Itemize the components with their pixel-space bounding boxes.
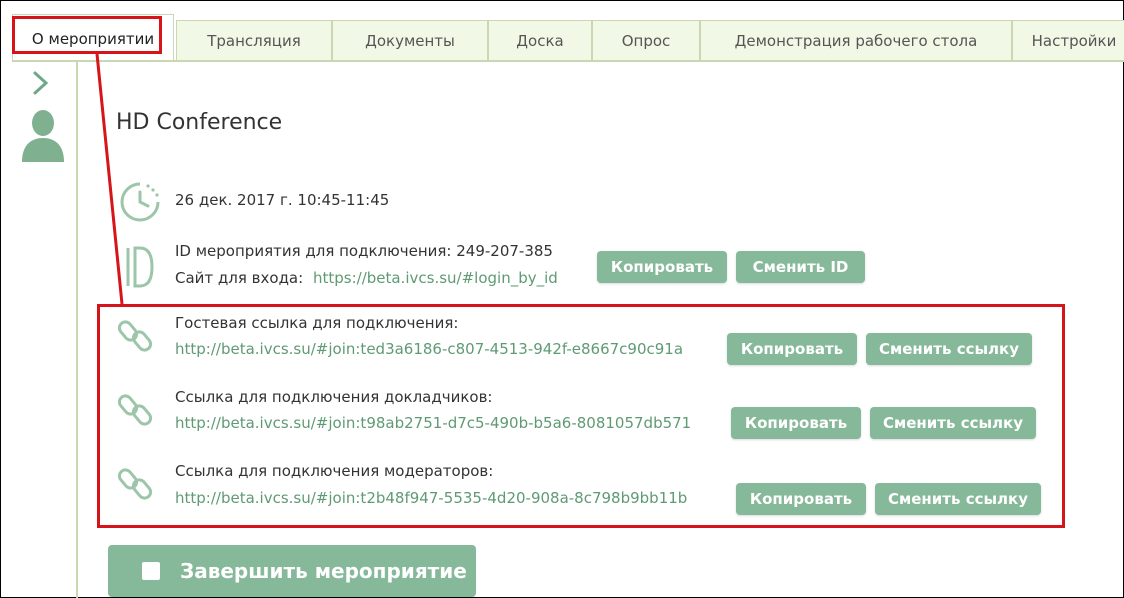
event-title: HD Conference xyxy=(116,110,283,135)
tab-label: Трансляция xyxy=(207,31,301,50)
tab-broadcast[interactable]: Трансляция xyxy=(176,20,332,60)
tab-bar-divider xyxy=(12,60,1124,62)
event-id-text: ID мероприятия для подключения: 249-207-… xyxy=(175,242,553,260)
tab-label: Документы xyxy=(365,31,455,50)
tab-settings[interactable]: Настройки xyxy=(1012,20,1124,60)
event-datetime: 26 дек. 2017 г. 10:45-11:45 xyxy=(175,191,390,209)
user-icon[interactable] xyxy=(20,108,66,166)
id-icon xyxy=(124,244,154,294)
copy-id-button[interactable]: Копировать xyxy=(597,251,727,283)
tab-documents[interactable]: Документы xyxy=(332,20,488,60)
tab-screen-share[interactable]: Демонстрация рабочего стола xyxy=(700,20,1012,60)
end-event-label: Завершить мероприятие xyxy=(180,559,467,583)
clock-icon xyxy=(118,180,162,228)
tab-label: Доска xyxy=(516,31,564,50)
change-id-button[interactable]: Сменить ID xyxy=(736,251,865,283)
left-sidebar xyxy=(12,62,78,598)
highlight-links-box xyxy=(97,304,1065,528)
tab-poll[interactable]: Опрос xyxy=(592,20,700,60)
tab-label: Опрос xyxy=(621,31,671,50)
chevron-right-icon[interactable] xyxy=(32,70,50,100)
end-event-button[interactable]: Завершить мероприятие xyxy=(108,545,476,597)
tab-label: Настройки xyxy=(1031,31,1117,50)
site-label: Сайт для входа: xyxy=(175,269,304,287)
tab-label: Демонстрация рабочего стола xyxy=(734,31,978,50)
tab-board[interactable]: Доска xyxy=(488,20,592,60)
highlight-active-tab xyxy=(12,16,162,54)
tab-bar: О мероприятии Трансляция Документы Доска… xyxy=(12,14,1124,62)
site-url-link[interactable]: https://beta.ivcs.su/#login_by_id xyxy=(313,269,558,287)
stop-square-icon xyxy=(142,562,160,580)
